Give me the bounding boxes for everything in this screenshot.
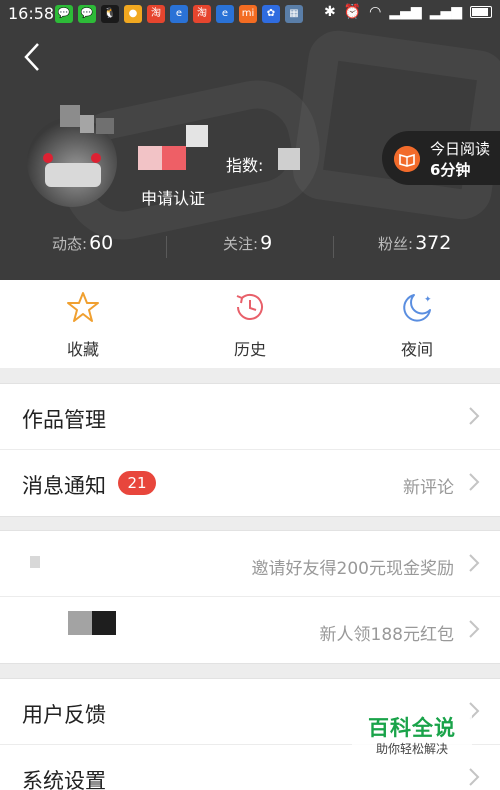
- menu-item-invite-friends[interactable]: 邀请好友得200元现金奖励: [0, 531, 500, 597]
- signal-icon: ▂▄▆: [429, 4, 462, 20]
- censored-index-value: [278, 148, 300, 170]
- chevron-right-icon: [469, 554, 480, 572]
- browser-icon: e: [170, 5, 188, 23]
- signal-icon: ▂▄▆: [389, 4, 422, 20]
- chevron-right-icon: [469, 407, 480, 425]
- censored-username: [60, 105, 80, 127]
- wechat-icon: 💬: [55, 5, 73, 23]
- menu-item-new-user-red-packet[interactable]: 新人领188元红包: [0, 597, 500, 663]
- baidu-icon: ✿: [262, 5, 280, 23]
- menu-item-hint: 邀请好友得200元现金奖励: [251, 559, 454, 579]
- system-icons: ✱ ⏰ ◠ ▂▄▆ ▂▄▆: [324, 4, 492, 20]
- site-watermark: 百科全说 助你轻松解决: [352, 715, 472, 763]
- app-icon: ▦: [285, 5, 303, 23]
- alarm-icon: ⏰: [343, 4, 362, 20]
- taobao-icon: 淘: [193, 5, 211, 23]
- index-label: 指数:: [226, 156, 264, 175]
- stat-following[interactable]: 关注: 9: [223, 232, 272, 254]
- menu-item-label: 系统设置: [22, 769, 106, 790]
- today-reading-label: 今日阅读: [430, 140, 491, 158]
- censored-username: [186, 125, 208, 147]
- censored-username: [162, 146, 186, 170]
- quick-actions: 收藏 历史 ✦ 夜间: [0, 280, 500, 368]
- back-arrow-icon[interactable]: [18, 40, 48, 74]
- censored-username: [80, 115, 94, 133]
- mi-icon: mi: [239, 5, 257, 23]
- today-reading-value: 6分钟: [430, 161, 471, 179]
- message-icon: ●: [124, 5, 142, 23]
- header-background-logo: [289, 26, 500, 224]
- star-icon: [67, 292, 99, 322]
- clock-icon: [236, 293, 263, 320]
- stat-value: 60: [89, 232, 114, 254]
- quick-night-mode-button[interactable]: ✦ 夜间: [367, 280, 467, 368]
- watermark-subtitle: 助你轻松解决: [375, 742, 448, 756]
- wechat-icon: 💬: [78, 5, 96, 23]
- menu-item-label: 作品管理: [22, 408, 106, 432]
- menu-item-hint: 新评论: [403, 478, 454, 498]
- wifi-icon: ◠: [369, 4, 382, 20]
- menu-item-works-management[interactable]: 作品管理: [0, 384, 500, 450]
- menu-group-works: 作品管理 消息通知 21 新评论: [0, 383, 500, 517]
- unread-count-badge: 21: [118, 471, 156, 495]
- censored-label: [68, 611, 92, 635]
- stat-label: 粉丝:: [378, 235, 414, 253]
- notification-icons: 💬 💬 🐧 ● 淘 e 淘 e mi ✿ ▦: [55, 5, 303, 23]
- status-time: 16:58: [8, 4, 55, 23]
- divider: [333, 236, 334, 258]
- status-bar: 16:58 💬 💬 🐧 ● 淘 e 淘 e mi ✿ ▦ ✱ ⏰ ◠ ▂▄▆ ▂…: [0, 0, 500, 28]
- profile-header: 16:58 💬 💬 🐧 ● 淘 e 淘 e mi ✿ ▦ ✱ ⏰ ◠ ▂▄▆ ▂…: [0, 0, 500, 280]
- battery-icon: [470, 6, 492, 18]
- avatar-car-image: [45, 163, 101, 187]
- censored-username: [138, 146, 162, 170]
- stat-label: 关注:: [223, 235, 259, 253]
- avatar-car-light: [43, 153, 53, 163]
- menu-item-label: 用户反馈: [22, 703, 106, 727]
- watermark-title: 百科全说: [368, 716, 456, 740]
- censored-label: [92, 611, 116, 635]
- browser-icon: e: [216, 5, 234, 23]
- taobao-icon: 淘: [147, 5, 165, 23]
- menu-item-notifications[interactable]: 消息通知 21 新评论: [0, 450, 500, 516]
- avatar-car-light: [91, 153, 101, 163]
- profile-stats: 动态: 60 关注: 9 粉丝: 372: [0, 232, 500, 262]
- quick-label: 夜间: [400, 340, 433, 359]
- qq-icon: 🐧: [101, 5, 119, 23]
- menu-item-label: 消息通知: [22, 474, 106, 498]
- divider: [166, 236, 167, 258]
- stat-value: 372: [415, 232, 452, 254]
- chevron-right-icon: [469, 473, 480, 491]
- quick-label: 收藏: [66, 340, 99, 359]
- bluetooth-icon: ✱: [323, 4, 336, 20]
- censored-label: [30, 556, 40, 568]
- stat-label: 动态:: [52, 235, 88, 253]
- menu-item-hint: 新人领188元红包: [319, 625, 454, 645]
- censored-username: [96, 118, 114, 134]
- stat-followers[interactable]: 粉丝: 372: [378, 232, 451, 254]
- stat-value: 9: [260, 232, 273, 254]
- quick-favorites-button[interactable]: 收藏: [33, 280, 133, 368]
- quick-label: 历史: [233, 340, 266, 359]
- stat-posts[interactable]: 动态: 60: [52, 232, 113, 254]
- today-reading-badge[interactable]: 今日阅读 6分钟: [382, 131, 500, 185]
- book-icon: [394, 146, 420, 172]
- chevron-right-icon: [469, 620, 480, 638]
- apply-verify-link[interactable]: 申请认证: [141, 185, 205, 209]
- menu-group-promotions: 邀请好友得200元现金奖励 新人领188元红包: [0, 530, 500, 664]
- chevron-right-icon: [469, 768, 480, 786]
- quick-history-button[interactable]: 历史: [200, 280, 300, 368]
- svg-text:✦: ✦: [424, 295, 432, 305]
- moon-icon: ✦: [403, 294, 432, 322]
